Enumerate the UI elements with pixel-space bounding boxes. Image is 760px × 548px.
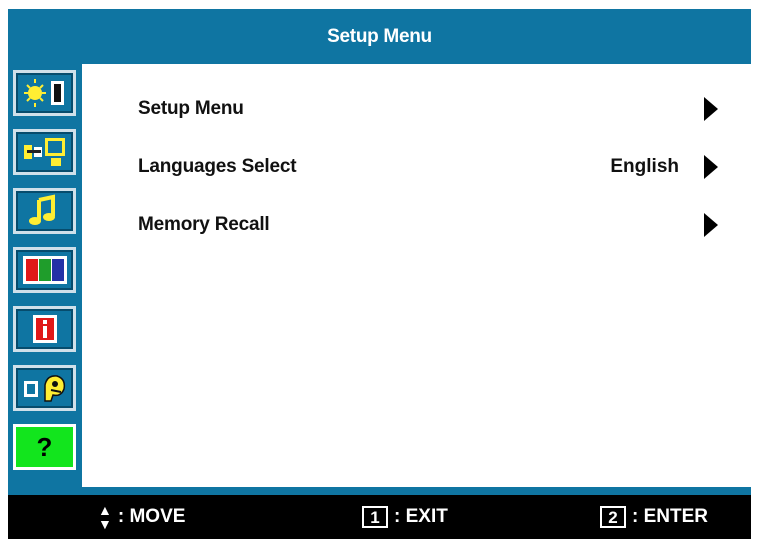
sidebar-item-input-select[interactable] — [13, 129, 76, 175]
menu-panel: Setup Menu Languages Select English Memo… — [82, 64, 751, 487]
menu-item-label: Setup Menu — [138, 98, 244, 119]
sidebar-item-setup-menu[interactable]: ? — [13, 424, 76, 470]
sidebar-item-brightness-contrast[interactable] — [13, 70, 76, 116]
setup-menu-icon: ? — [36, 432, 53, 462]
sidebar-item-manual-image-adjust[interactable] — [13, 365, 76, 411]
menu-item-label: Languages Select — [138, 156, 297, 177]
enter-hint: 2 : ENTER — [600, 495, 708, 539]
menu-item-languages-select[interactable]: Languages Select English — [138, 152, 731, 182]
exit-hint-label: : EXIT — [394, 506, 448, 527]
submenu-arrow-icon — [704, 155, 718, 179]
sidebar-item-information[interactable] — [13, 306, 76, 352]
brightness-contrast-icon — [20, 76, 69, 110]
exit-hint: 1 : EXIT — [362, 495, 448, 539]
menu-item-memory-recall[interactable]: Memory Recall — [138, 210, 731, 240]
exit-key-1: 1 — [362, 506, 388, 528]
language-value: English — [610, 156, 679, 177]
key-hint-bar: ▲ ▼ : MOVE 1 : EXIT 2 : ENTER — [8, 495, 751, 539]
menu-item-label: Memory Recall — [138, 214, 270, 235]
manual-image-adjust-icon — [20, 371, 69, 405]
submenu-arrow-icon — [704, 213, 718, 237]
color-adjust-icon — [22, 256, 67, 284]
enter-hint-label: : ENTER — [632, 506, 708, 527]
up-down-arrows-icon: ▲ ▼ — [98, 502, 112, 532]
audio-adjust-icon — [20, 194, 69, 228]
enter-key-2: 2 — [600, 506, 626, 528]
move-hint: ▲ ▼ : MOVE — [98, 495, 185, 539]
menu-item-setup-menu[interactable]: Setup Menu — [138, 94, 731, 124]
sidebar-item-audio-adjust[interactable] — [13, 188, 76, 234]
submenu-arrow-icon — [704, 97, 718, 121]
osd-window: Setup Menu ? Setup Menu Languages Select… — [8, 9, 751, 539]
window-title: Setup Menu — [8, 9, 751, 64]
move-hint-label: : MOVE — [117, 506, 186, 527]
sidebar: ? — [8, 64, 82, 487]
input-select-icon — [20, 135, 69, 169]
sidebar-item-color-adjust[interactable] — [13, 247, 76, 293]
bottom-strip — [8, 487, 751, 495]
information-icon — [20, 312, 69, 346]
